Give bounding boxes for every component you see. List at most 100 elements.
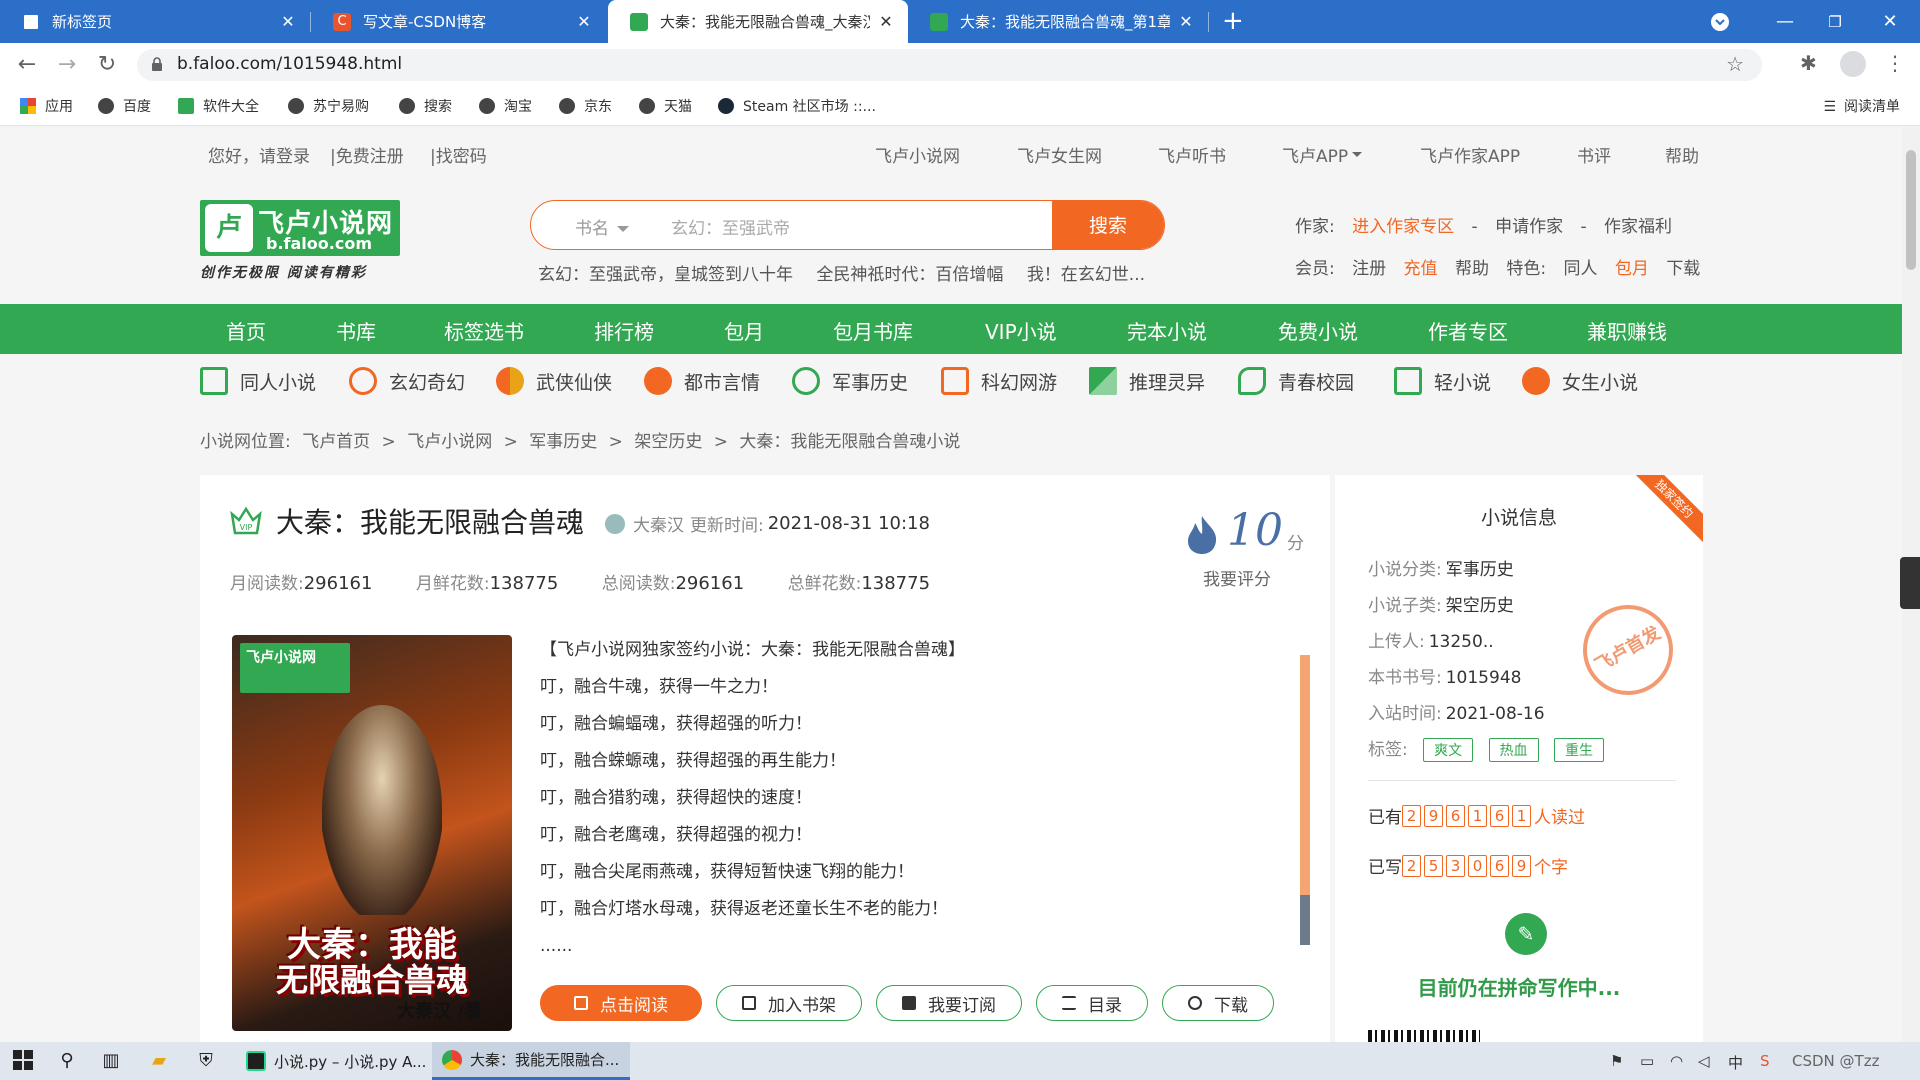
site-logo[interactable]: 卢 飞卢小说网 b.faloo.com 创作无极限 阅读有精彩 xyxy=(200,200,400,282)
monthly-link[interactable]: 包月 xyxy=(1615,259,1649,279)
author-avatar[interactable] xyxy=(605,513,625,534)
rate-link[interactable]: 我要评分 xyxy=(1203,565,1271,590)
category-scifi[interactable]: 科幻网游 xyxy=(941,367,1057,395)
task-view-icon[interactable]: ▥ xyxy=(100,1050,122,1072)
back-icon[interactable]: ← xyxy=(12,50,42,80)
close-icon[interactable]: ✕ xyxy=(576,12,592,31)
ime-icon[interactable]: 中 xyxy=(1728,1052,1743,1073)
category-female[interactable]: 女生小说 xyxy=(1522,367,1638,395)
search-button[interactable]: 搜索 xyxy=(1052,201,1164,249)
intro-scrollbar[interactable] xyxy=(1300,655,1310,955)
menu-kebab-icon[interactable]: ⋮ xyxy=(1885,51,1905,75)
taskbar-app-chrome[interactable]: 大秦：我能无限融合... xyxy=(432,1042,630,1080)
add-to-shelf-button[interactable]: 加入书架 xyxy=(716,985,862,1021)
hot-search-item[interactable]: 我！在玄幻世... xyxy=(1027,265,1145,285)
category-wuxia[interactable]: 武侠仙侠 xyxy=(496,367,612,395)
windows-start-icon[interactable] xyxy=(12,1050,34,1072)
scrollbar-thumb[interactable] xyxy=(1906,150,1916,270)
nav-monthly-library[interactable]: 包月书库 xyxy=(833,316,913,345)
security-shield-icon[interactable]: ⛨ xyxy=(195,1050,217,1072)
tab-csdn[interactable]: C 写文章-CSDN博客 ✕ xyxy=(311,0,606,43)
profile-avatar-icon[interactable] xyxy=(1840,51,1866,77)
bookmark-baidu[interactable]: 百度 xyxy=(98,96,151,116)
bookmark-apps[interactable]: 应用 xyxy=(20,96,73,116)
category-fantasy[interactable]: 玄幻奇幻 xyxy=(349,367,465,395)
hot-search-item[interactable]: 玄幻：至强武帝，皇城签到八十年 xyxy=(538,265,793,285)
subscribe-button[interactable]: 我要订阅 xyxy=(876,985,1022,1021)
top-link-faloo[interactable]: 飞卢小说网 xyxy=(875,142,960,167)
sogou-icon[interactable]: S xyxy=(1760,1052,1770,1070)
download-button[interactable]: 下载 xyxy=(1162,985,1274,1021)
bookmark-search[interactable]: 搜索 xyxy=(399,96,452,116)
top-link-female[interactable]: 飞卢女生网 xyxy=(1017,142,1102,167)
bookmark-jd[interactable]: 京东 xyxy=(559,96,612,116)
intro-scroll-thumb[interactable] xyxy=(1300,895,1310,945)
category-light-novel[interactable]: 轻小说 xyxy=(1394,367,1491,395)
wifi-icon[interactable]: ◠ xyxy=(1670,1052,1683,1070)
apply-author-link[interactable]: 申请作家 xyxy=(1495,217,1563,237)
close-window-icon[interactable]: ✕ xyxy=(1865,0,1915,43)
recharge-link[interactable]: 充值 xyxy=(1404,259,1438,279)
breadcrumb-site[interactable]: 飞卢小说网 xyxy=(407,432,492,452)
nav-part-time[interactable]: 兼职赚钱 xyxy=(1587,316,1667,345)
tab-search-icon[interactable] xyxy=(1695,0,1745,43)
reload-icon[interactable]: ↻ xyxy=(92,50,122,80)
breadcrumb-category[interactable]: 军事历史 xyxy=(529,432,597,452)
search-icon[interactable]: ⚲ xyxy=(56,1050,78,1072)
nav-monthly[interactable]: 包月 xyxy=(724,316,764,345)
nav-home[interactable]: 首页 xyxy=(226,316,266,345)
bookmark-software[interactable]: 软件大全 xyxy=(178,96,259,116)
nav-tags[interactable]: 标签选书 xyxy=(444,316,524,345)
bookmark-suning[interactable]: 苏宁易购 xyxy=(288,96,369,116)
bookmark-tmall[interactable]: 天猫 xyxy=(639,96,692,116)
tab-new-tab[interactable]: 新标签页 ✕ xyxy=(0,0,310,43)
forward-icon[interactable]: → xyxy=(52,50,82,80)
tab-chapter-1[interactable]: 大秦：我能无限融合兽魂_第1章 ✕ xyxy=(908,0,1208,43)
register-link[interactable]: |免费注册 xyxy=(330,142,404,167)
search-input[interactable]: 玄幻：至强武帝 xyxy=(671,214,790,239)
new-tab-plus-icon[interactable]: + xyxy=(1222,6,1244,36)
nav-free[interactable]: 免费小说 xyxy=(1278,316,1358,345)
close-icon[interactable]: ✕ xyxy=(878,12,894,31)
battery-icon[interactable]: ▭ xyxy=(1640,1052,1654,1070)
tag[interactable]: 爽文 xyxy=(1423,738,1474,762)
login-link[interactable]: 您好，请登录 xyxy=(208,142,310,167)
tag[interactable]: 热血 xyxy=(1488,738,1539,762)
category-fanfic[interactable]: 同人小说 xyxy=(200,367,316,395)
nav-finished[interactable]: 完本小说 xyxy=(1127,316,1207,345)
nav-author-zone[interactable]: 作者专区 xyxy=(1428,316,1508,345)
download-link[interactable]: 下载 xyxy=(1666,259,1700,279)
reading-list[interactable]: ☰ 阅读清单 xyxy=(1823,96,1900,116)
search-type-select[interactable]: 书名 xyxy=(575,214,629,239)
tab-book-page[interactable]: 大秦：我能无限融合兽魂_大秦汉 ✕ xyxy=(608,0,908,43)
author-zone-link[interactable]: 进入作家专区 xyxy=(1352,217,1454,237)
url-text[interactable]: b.faloo.com/1015948.html xyxy=(177,54,402,74)
nav-ranking[interactable]: 排行榜 xyxy=(594,316,654,345)
close-icon[interactable]: ✕ xyxy=(1178,12,1194,31)
breadcrumb-subcategory[interactable]: 架空历史 xyxy=(634,432,702,452)
minimize-icon[interactable]: — xyxy=(1760,0,1810,43)
top-link-audio[interactable]: 飞卢听书 xyxy=(1158,142,1226,167)
category-campus[interactable]: 青春校园 xyxy=(1238,367,1354,395)
category-urban[interactable]: 都市言情 xyxy=(644,367,760,395)
restore-icon[interactable]: ❐ xyxy=(1810,0,1860,43)
category-military[interactable]: 军事历史 xyxy=(792,367,908,395)
tray-icon[interactable]: ⚑ xyxy=(1610,1052,1623,1070)
extensions-icon[interactable]: ✱ xyxy=(1800,51,1817,75)
hot-search-item[interactable]: 全民神祇时代：百倍增幅 xyxy=(816,265,1003,285)
taskbar-app-pycharm[interactable]: 小说.py – 小说.py A... xyxy=(236,1042,428,1080)
top-link-app[interactable]: 飞卢APP xyxy=(1282,142,1362,167)
bookmark-taobao[interactable]: 淘宝 xyxy=(479,96,532,116)
book-cover[interactable]: 飞卢小说网 大秦：我能 无限融合兽魂 大秦汉 /著 xyxy=(232,635,512,1031)
category-mystery[interactable]: 推理灵异 xyxy=(1089,367,1205,395)
side-float-tab[interactable] xyxy=(1900,557,1920,609)
volume-icon[interactable]: ◁ xyxy=(1698,1052,1710,1070)
read-button[interactable]: 点击阅读 xyxy=(540,985,702,1021)
file-explorer-icon[interactable]: ▰ xyxy=(148,1050,170,1072)
top-link-author-app[interactable]: 飞卢作家APP xyxy=(1420,142,1520,167)
bookmark-star-icon[interactable]: ☆ xyxy=(1726,52,1744,76)
member-help-link[interactable]: 帮助 xyxy=(1455,259,1489,279)
fanfic-link[interactable]: 同人 xyxy=(1564,259,1598,279)
address-bar[interactable]: b.faloo.com/1015948.html ☆ xyxy=(137,49,1762,81)
nav-vip[interactable]: VIP小说 xyxy=(985,316,1057,345)
